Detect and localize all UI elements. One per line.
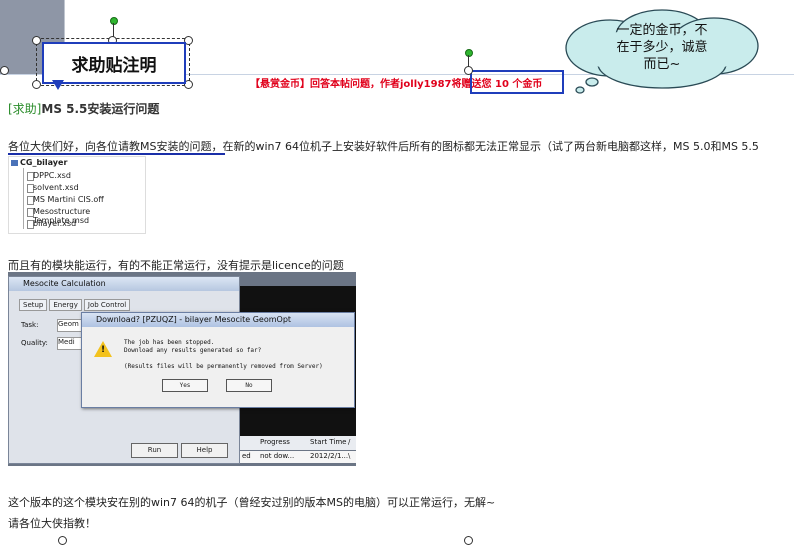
job-table-row[interactable]: ed not dow... 2012/2/1... \: [240, 451, 356, 463]
job-table-header: Progress Start Time /: [240, 436, 356, 450]
resize-handle[interactable]: [0, 66, 9, 75]
task-label: Task:: [21, 321, 39, 329]
post-title: [求助]MS 5.5安装运行问题: [8, 100, 159, 117]
file-item: DPPC.xsd: [33, 171, 71, 180]
callout-label: 求助贴注明: [71, 55, 157, 76]
file-item: MS Martini CIS.off: [33, 195, 104, 204]
cloud-line-1: 一定的金币，不: [616, 23, 708, 38]
cloud-text: 一定的金币，不 在于多少，诚意 而已~: [588, 22, 736, 73]
resize-handle[interactable]: [58, 536, 67, 545]
column-start-time: Start Time: [310, 438, 347, 446]
error-screenshot: Mesocite Calculation Setup Energy Job Cont…: [8, 272, 356, 466]
post-title-text: MS 5.5安装运行问题: [41, 102, 160, 116]
column-progress: Progress: [260, 438, 290, 446]
rotate-handle[interactable]: [110, 17, 118, 25]
dialog-message: The job has been stopped. Download any r…: [124, 339, 323, 370]
post-paragraph-4: 请各位大侠指教！: [8, 517, 96, 530]
post-paragraph-1: 各位大侠们好，向各位请教MS安装的问题，在新的win7 64位机子上安装好软件后…: [8, 140, 759, 153]
file-tree-root: CG_bilayer: [11, 158, 67, 167]
file-tree-image: CG_bilayer DPPC.xsd solvent.xsd MS Marti…: [8, 156, 146, 234]
post-paragraph-2: 而且有的模块能运行，有的不能正常运行，没有提示是licence的问题: [8, 259, 344, 272]
resize-handle[interactable]: [32, 36, 41, 45]
rotate-handle[interactable]: [465, 49, 473, 57]
yes-button[interactable]: Yes: [162, 379, 208, 392]
run-button[interactable]: Run: [131, 443, 178, 458]
column-extra: /: [348, 438, 351, 446]
tree-line: [23, 168, 24, 229]
mesocite-title: Mesocite Calculation: [9, 277, 239, 291]
tab-energy[interactable]: Energy: [49, 299, 82, 311]
coin-highlight-box: [470, 70, 564, 94]
post-paragraph-3: 这个版本的这个模块安在别的win7 64的机子（曾经安过别的版本MS的电脑）可以…: [8, 496, 496, 509]
folder-icon: [11, 159, 18, 166]
cloud-line-2: 在于多少，诚意: [616, 40, 708, 55]
dialog-title: Download? [PZUQZ] - bilayer Mesocite Geo…: [82, 313, 354, 327]
cell: 2012/2/1...: [310, 452, 349, 460]
quality-label: Quality:: [21, 339, 48, 347]
cell: \: [348, 452, 351, 460]
tab-setup[interactable]: Setup: [19, 299, 48, 311]
cloud-line-3: 而已~: [643, 57, 681, 72]
file-item: bilayer.xsd: [33, 219, 77, 228]
cell: not dow...: [260, 452, 295, 460]
file-item: solvent.xsd: [33, 183, 79, 192]
resize-handle[interactable]: [464, 66, 473, 75]
warning-icon-mark: !: [101, 345, 106, 355]
help-button[interactable]: Help: [181, 443, 228, 458]
callout-box[interactable]: 求助贴注明: [42, 42, 186, 84]
tab-job-control[interactable]: Job Control: [83, 299, 131, 311]
highlight-underline: [8, 153, 225, 155]
resize-handle[interactable]: [464, 536, 473, 545]
no-button[interactable]: No: [226, 379, 272, 392]
download-dialog: Download? [PZUQZ] - bilayer Mesocite Geo…: [81, 312, 355, 408]
resize-handle[interactable]: [32, 80, 41, 89]
post-tag[interactable]: [求助]: [8, 102, 41, 116]
mesocite-tabs: Setup Energy Job Control: [19, 299, 132, 311]
rotate-stem: [113, 23, 114, 37]
callout-pointer: [52, 80, 64, 90]
cell: ed: [242, 452, 251, 460]
